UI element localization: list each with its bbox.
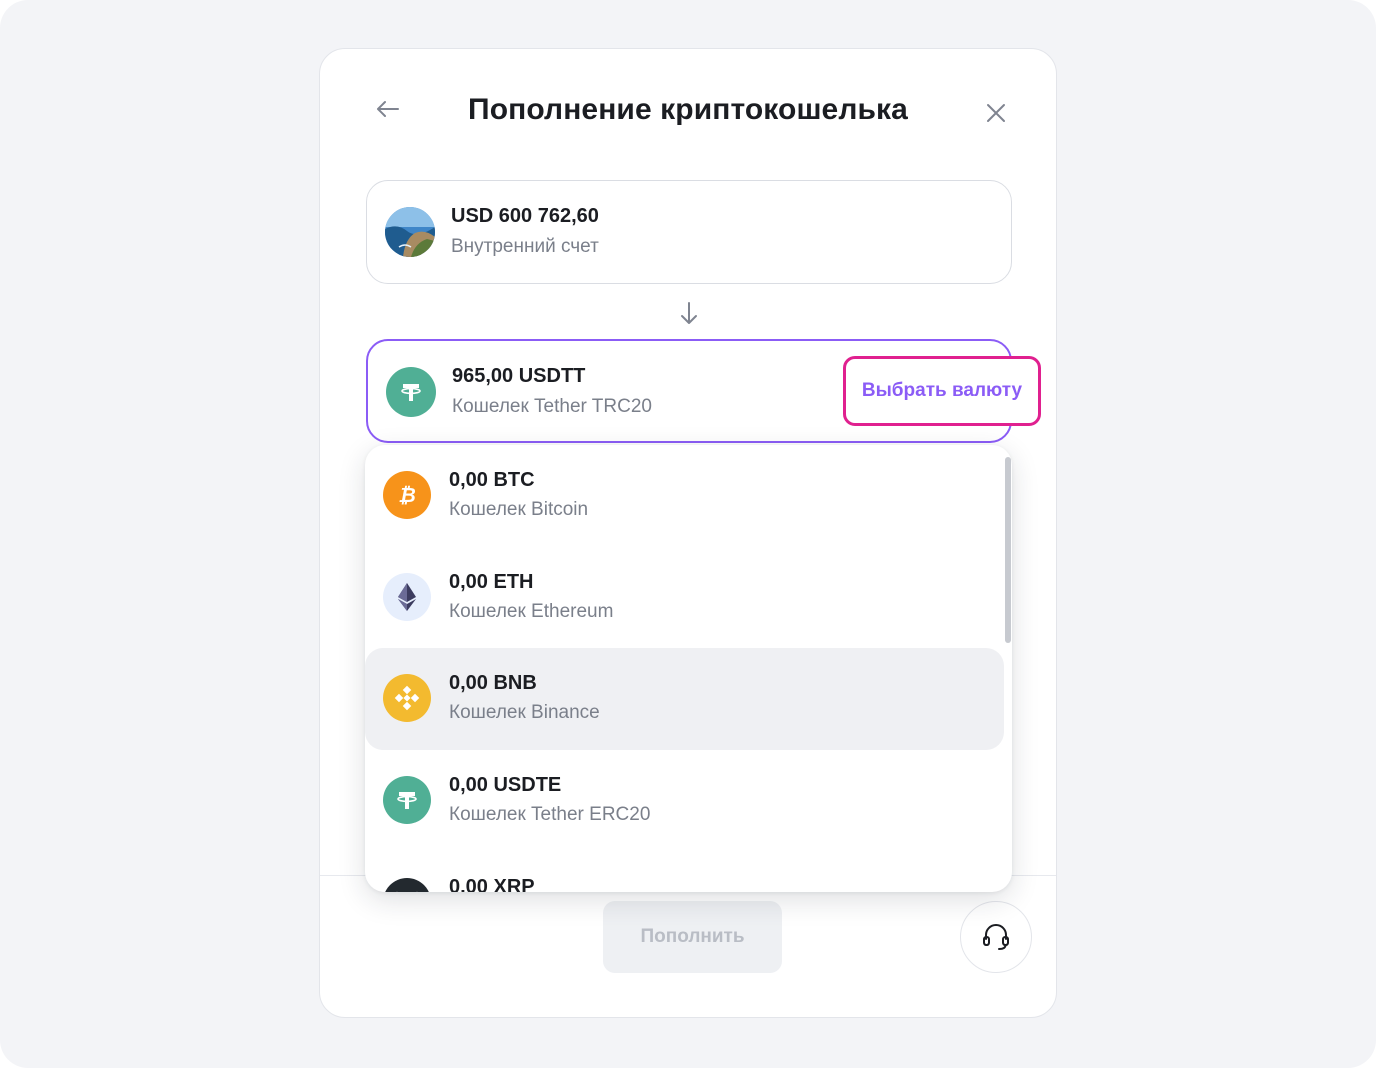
currency-amount: 0,00 BTC [449, 469, 535, 491]
source-account-card[interactable]: USD 600 762,60 Внутренний счет [366, 180, 1012, 284]
tether-icon [386, 367, 436, 417]
support-button[interactable] [960, 901, 1032, 973]
xrp-icon [383, 878, 431, 892]
currency-item-xrp[interactable]: 0,00 XRP [365, 852, 1004, 892]
landscape-avatar [385, 207, 435, 257]
target-wallet-card[interactable]: 965,00 USDTT Кошелек Tether TRC20 Выбрат… [366, 339, 1041, 443]
target-wallet-label: Кошелек Tether TRC20 [452, 396, 652, 417]
choose-currency-button[interactable]: Выбрать валюту [843, 356, 1041, 426]
currency-item-eth[interactable]: 0,00 ETH Кошелек Ethereum [365, 547, 1004, 649]
currency-item-usdte[interactable]: 0,00 USDTE Кошелек Tether ERC20 [365, 750, 1004, 852]
currency-item-btc[interactable]: ₿ 0,00 BTC Кошелек Bitcoin [365, 445, 1004, 547]
currency-label: Кошелек Tether ERC20 [449, 804, 651, 825]
currency-item-bnb[interactable]: 0,00 BNB Кошелек Binance [365, 648, 1004, 750]
headset-icon [983, 924, 1009, 950]
currency-amount: 0,00 BNB [449, 672, 537, 694]
close-icon [987, 104, 1005, 122]
currency-amount: 0,00 XRP [449, 876, 535, 892]
currency-label: Кошелек Binance [449, 702, 600, 723]
currency-amount: 0,00 ETH [449, 571, 534, 593]
dropdown-scrollbar[interactable] [1005, 457, 1011, 643]
ethereum-icon [383, 573, 431, 621]
currency-label: Кошелек Ethereum [449, 601, 614, 622]
tether-icon [383, 776, 431, 824]
currency-label: Кошелек Bitcoin [449, 499, 589, 520]
topup-button[interactable]: Пополнить [603, 901, 782, 973]
target-amount: 965,00 USDTT [452, 365, 586, 387]
page-title: Пополнение криптокошелька [468, 93, 908, 126]
source-amount: USD 600 762,60 [451, 205, 599, 227]
binance-icon [383, 674, 431, 722]
arrow-down-icon [677, 299, 701, 327]
currency-dropdown[interactable]: ₿ 0,00 BTC Кошелек Bitcoin 0,00 ETH Коше… [365, 445, 1012, 892]
source-account-label: Внутренний счет [451, 236, 599, 257]
currency-amount: 0,00 USDTE [449, 774, 562, 796]
bitcoin-icon: ₿ [383, 471, 431, 519]
back-button[interactable] [370, 93, 406, 129]
close-button[interactable] [978, 95, 1014, 131]
arrow-left-icon [377, 101, 399, 117]
